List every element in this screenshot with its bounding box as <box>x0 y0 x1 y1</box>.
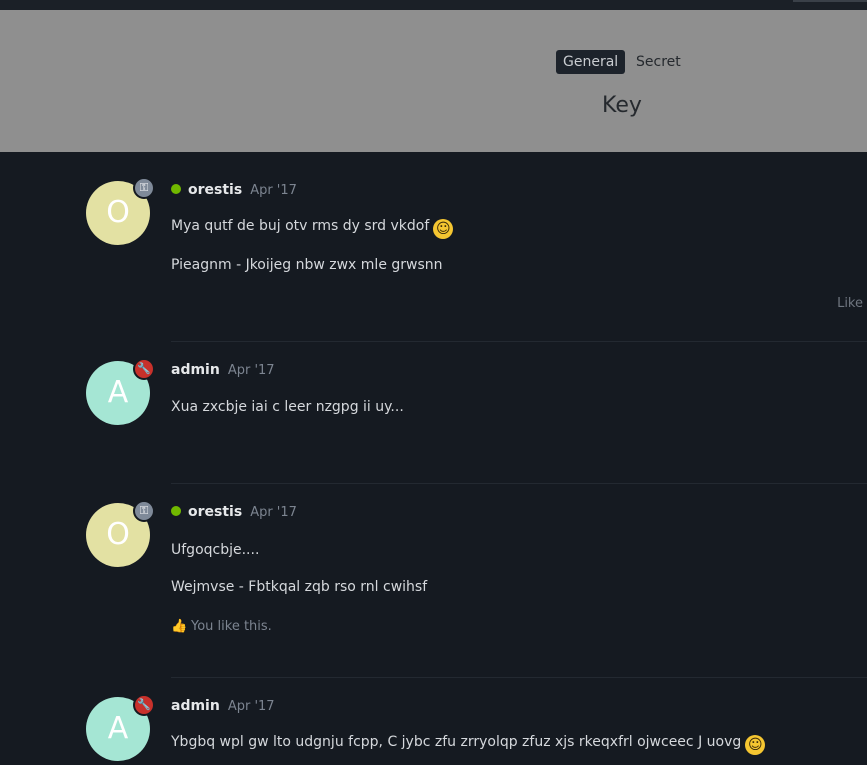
username[interactable]: orestis <box>188 504 242 520</box>
post-text-line: Ufgoqcbje.... <box>171 542 260 558</box>
wrench-icon: 🔧 <box>133 694 155 716</box>
post-date[interactable]: Apr '17 <box>250 183 297 198</box>
username[interactable]: admin <box>171 362 220 378</box>
username[interactable]: admin <box>171 698 220 714</box>
key-icon: ⚿ <box>133 177 155 199</box>
post-date[interactable]: Apr '17 <box>228 363 275 378</box>
post-header: orestis Apr '17 <box>171 502 297 522</box>
wrench-icon: 🔧 <box>133 358 155 380</box>
post-text-line: Ybgbq wpl gw lto udgnju fcpp, C jybc zfu… <box>171 732 766 755</box>
post-date[interactable]: Apr '17 <box>250 505 297 520</box>
tab-general[interactable]: General <box>556 50 626 74</box>
post-divider <box>171 677 867 678</box>
online-status-icon <box>171 506 181 516</box>
thumbs-up-icon: 👍 <box>171 619 188 634</box>
post-text-line: Pieagnm - Jkoijeg nbw zwx mle grwsnn <box>171 257 443 273</box>
online-status-icon <box>171 184 181 194</box>
post-text: Ybgbq wpl gw lto udgnju fcpp, C jybc zfu… <box>171 734 742 750</box>
post-header: admin Apr '17 <box>171 696 275 716</box>
post-divider <box>171 341 867 342</box>
username[interactable]: orestis <box>188 182 242 198</box>
liked-text: You like this. <box>191 619 272 634</box>
tab-secret[interactable]: Secret <box>629 50 688 74</box>
like-button[interactable]: Like <box>837 296 863 311</box>
post-header: admin Apr '17 <box>171 360 275 380</box>
post-text-line: Mya qutf de buj otv rms dy srd vkdof ☺ <box>171 216 454 239</box>
post-date[interactable]: Apr '17 <box>228 699 275 714</box>
post-text-line: Xua zxcbje iai c leer nzgpg ii uy... <box>171 399 404 415</box>
post-divider <box>171 483 867 484</box>
post-text-line: Wejmvse - Fbtkqal zqb rso rnl cwihsf <box>171 579 428 595</box>
smile-emoji-icon: ☺ <box>745 735 766 755</box>
liked-indicator[interactable]: 👍 You like this. <box>171 618 272 636</box>
smile-emoji-icon: ☺ <box>433 219 454 239</box>
overlay-title: Key <box>602 93 642 118</box>
key-icon: ⚿ <box>133 500 155 522</box>
post-header: orestis Apr '17 <box>171 180 297 200</box>
post-text: Mya qutf de buj otv rms dy srd vkdof <box>171 218 430 234</box>
top-bar-edge <box>793 0 867 2</box>
top-bar <box>0 0 867 10</box>
key-overlay-panel: General Secret Key <box>0 10 867 152</box>
